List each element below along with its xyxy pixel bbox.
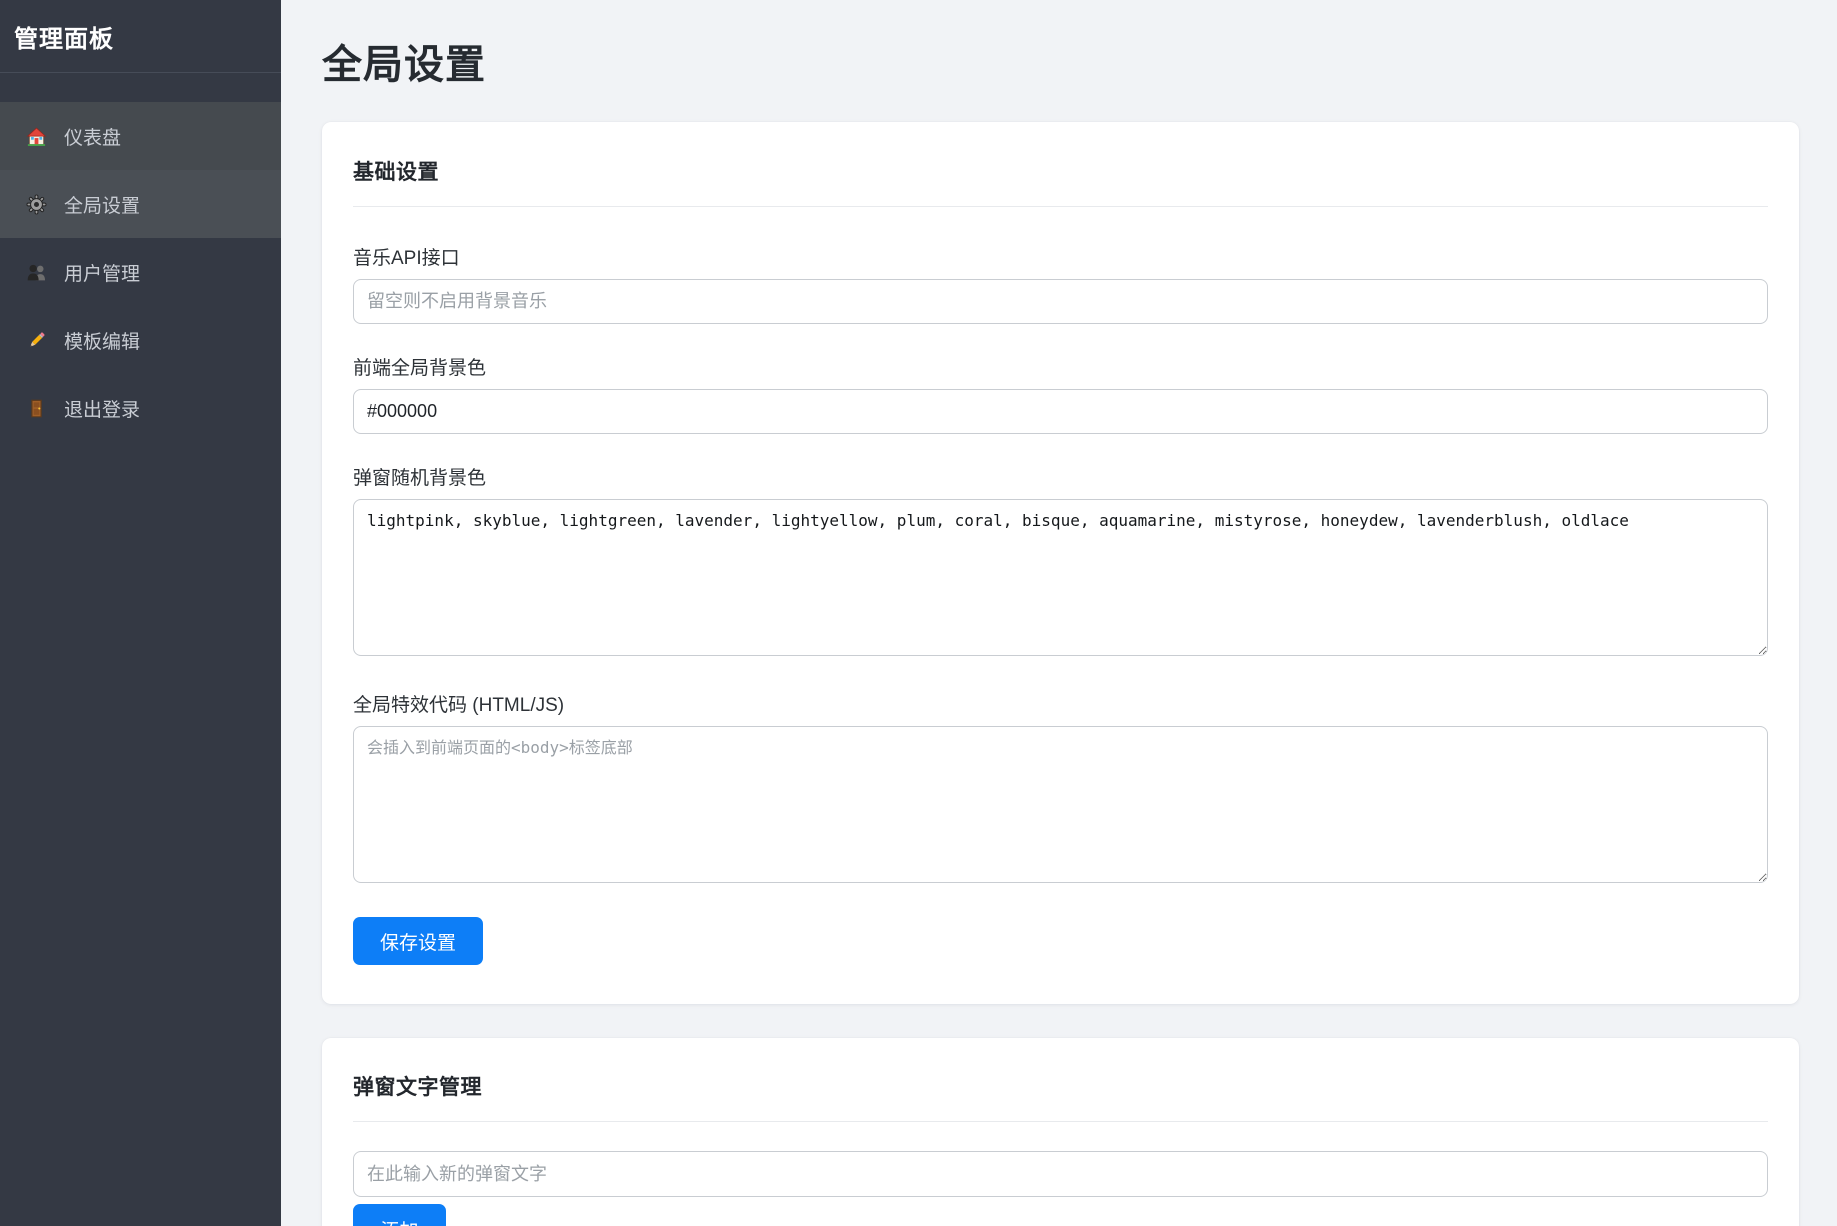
divider (353, 206, 1768, 207)
sidebar-item-label: 退出登录 (64, 395, 140, 422)
sidebar-item-dashboard[interactable]: 仪表盘 (0, 102, 281, 170)
sidebar: 管理面板 仪表盘 (0, 0, 281, 1226)
popup-text-card: 弹窗文字管理 添加 (322, 1038, 1799, 1226)
music-api-group: 音乐API接口 (353, 243, 1768, 324)
global-effect-code-group: 全局特效代码 (HTML/JS) (353, 690, 1768, 888)
basic-settings-card: 基础设置 音乐API接口 前端全局背景色 弹窗随机背景色 lightpink, … (322, 122, 1799, 1004)
house-icon (26, 126, 47, 147)
app-title: 管理面板 (14, 19, 114, 54)
popup-text-input-group: 添加 (353, 1151, 1768, 1226)
global-effect-code-textarea[interactable] (353, 726, 1768, 883)
divider (353, 1121, 1768, 1122)
popup-random-bg-group: 弹窗随机背景色 lightpink, skyblue, lightgreen, … (353, 463, 1768, 661)
door-icon (26, 398, 47, 419)
popup-random-bg-textarea[interactable]: lightpink, skyblue, lightgreen, lavender… (353, 499, 1768, 656)
users-icon (26, 262, 47, 283)
music-api-input[interactable] (353, 279, 1768, 324)
sidebar-item-label: 仪表盘 (64, 123, 121, 150)
sidebar-item-label: 用户管理 (64, 259, 140, 286)
main-content: 全局设置 基础设置 音乐API接口 前端全局背景色 弹窗随机背景色 lightp… (281, 0, 1837, 1226)
popup-text-input[interactable] (353, 1151, 1768, 1197)
popup-text-heading: 弹窗文字管理 (353, 1071, 1768, 1101)
global-bg-color-label: 前端全局背景色 (353, 353, 1768, 380)
save-settings-button[interactable]: 保存设置 (353, 917, 483, 965)
global-bg-color-group: 前端全局背景色 (353, 353, 1768, 434)
sidebar-item-label: 模板编辑 (64, 327, 140, 354)
sidebar-item-label: 全局设置 (64, 191, 140, 218)
sidebar-header: 管理面板 (0, 0, 281, 73)
sidebar-nav: 仪表盘 全局设置 (0, 73, 281, 442)
global-bg-color-input[interactable] (353, 389, 1768, 434)
sidebar-item-user-management[interactable]: 用户管理 (0, 238, 281, 306)
global-effect-code-label: 全局特效代码 (HTML/JS) (353, 690, 1768, 717)
popup-random-bg-label: 弹窗随机背景色 (353, 463, 1768, 490)
music-api-label: 音乐API接口 (353, 243, 1768, 270)
add-popup-text-button[interactable]: 添加 (353, 1204, 446, 1226)
page-title: 全局设置 (322, 32, 1799, 90)
sidebar-item-global-settings[interactable]: 全局设置 (0, 170, 281, 238)
pencil-icon (26, 330, 47, 351)
basic-settings-heading: 基础设置 (353, 156, 1768, 186)
sidebar-item-template-edit[interactable]: 模板编辑 (0, 306, 281, 374)
gear-icon (26, 194, 47, 215)
sidebar-item-logout[interactable]: 退出登录 (0, 374, 281, 442)
